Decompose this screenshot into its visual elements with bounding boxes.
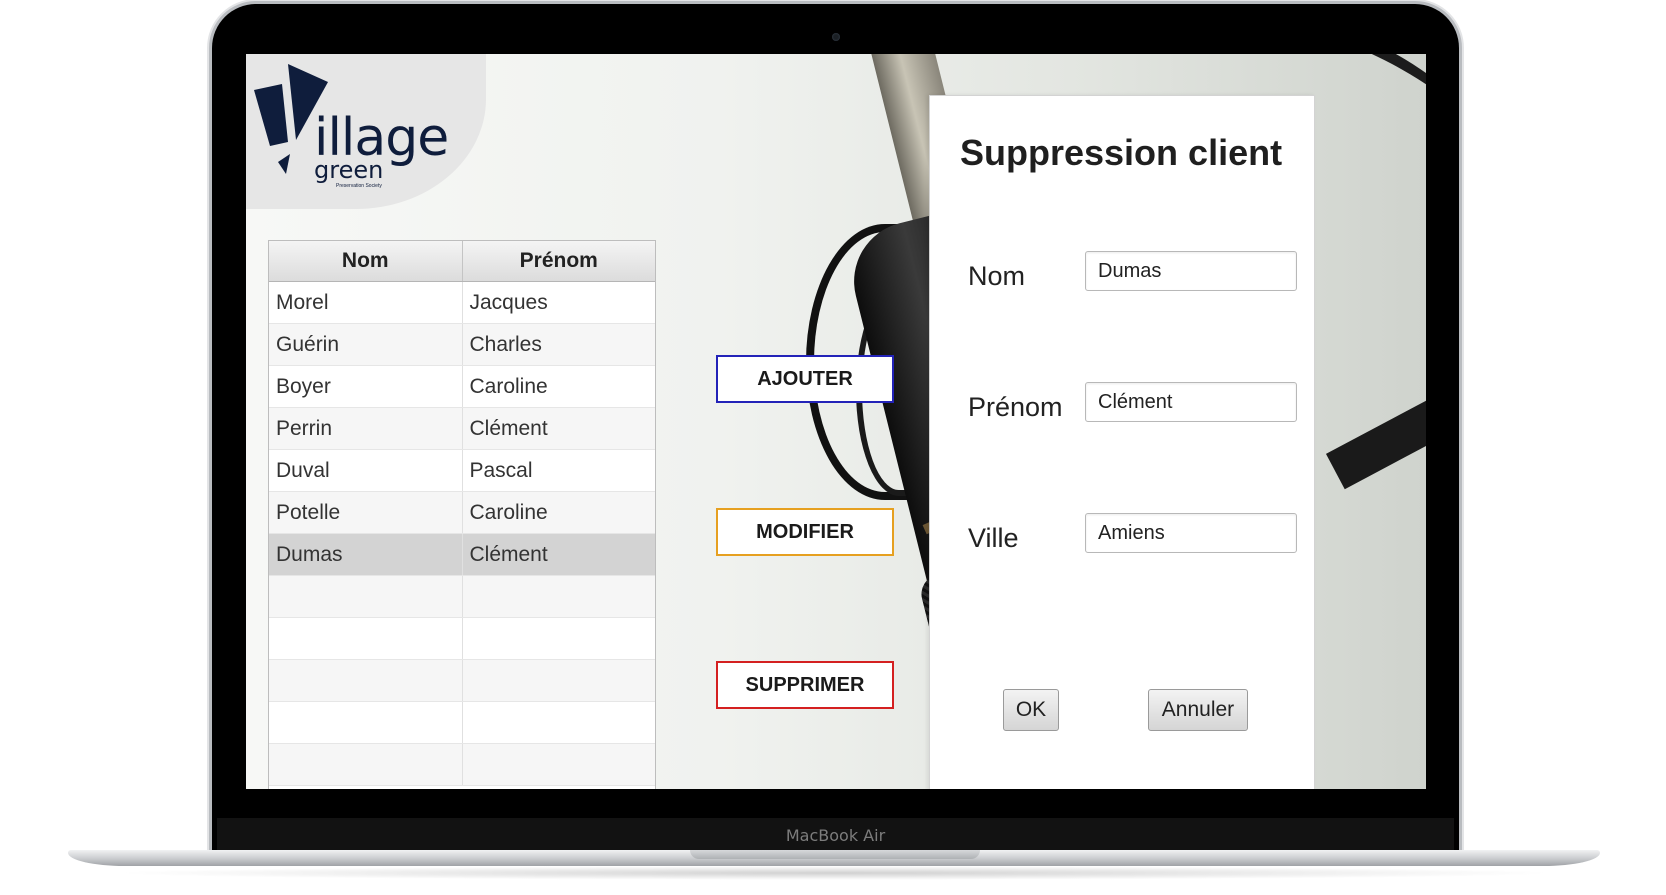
add-button[interactable]: AJOUTER [716, 355, 894, 403]
delete-button[interactable]: SUPPRIMER [716, 661, 894, 709]
table-body: Morel Jacques Guérin Charles Boyer Carol… [269, 282, 655, 786]
cell-nom: Dumas [276, 543, 343, 566]
cell-nom: Guérin [276, 333, 340, 356]
cell-prenom: Clément [461, 534, 656, 575]
stage: illage green Preservation Society Nom Pr… [0, 0, 1666, 895]
client-table: Nom Prénom Morel Jacques Guérin Charles … [268, 240, 656, 789]
logo: illage green Preservation Society [252, 62, 462, 192]
cell-nom: Potelle [276, 501, 341, 524]
cancel-button[interactable]: Annuler [1148, 689, 1248, 731]
column-header-prenom[interactable]: Prénom [461, 241, 656, 281]
cell-prenom: Caroline [461, 492, 656, 533]
empty-row [269, 576, 655, 618]
mic-stand [1325, 378, 1426, 490]
logo-tagline: Preservation Society [336, 183, 382, 189]
table-row[interactable]: Potelle Caroline [269, 492, 655, 534]
cell-prenom: Pascal [461, 450, 656, 491]
prenom-label: Prénom [968, 392, 1063, 422]
table-row[interactable]: Perrin Clément [269, 408, 655, 450]
ok-button[interactable]: OK [1003, 689, 1059, 731]
table-row-selected[interactable]: Dumas Clément [269, 534, 655, 576]
empty-row [269, 702, 655, 744]
laptop-base-notch [690, 850, 980, 859]
cell-nom: Boyer [276, 375, 331, 398]
nom-label: Nom [968, 261, 1026, 291]
table-header: Nom Prénom [269, 241, 655, 282]
dialog-title: Suppression client [960, 132, 1283, 173]
empty-row [269, 660, 655, 702]
delete-client-dialog: Suppression client Nom Prénom Ville OK A… [929, 95, 1315, 789]
camera-icon [832, 33, 840, 41]
cell-prenom: Charles [461, 324, 656, 365]
logo-sub: green [314, 156, 384, 184]
cell-nom: Duval [276, 459, 330, 482]
cell-nom: Morel [276, 291, 329, 314]
column-header-nom[interactable]: Nom [269, 241, 462, 281]
cell-nom: Perrin [276, 417, 333, 440]
empty-row [269, 744, 655, 786]
cell-prenom: Clément [461, 408, 656, 449]
app-screen: illage green Preservation Society Nom Pr… [246, 54, 1426, 789]
table-row[interactable]: Morel Jacques [269, 282, 655, 324]
laptop-chin: MacBook Air [217, 818, 1454, 854]
cell-prenom: Jacques [461, 282, 656, 323]
edit-button[interactable]: MODIFIER [716, 508, 894, 556]
device-label: MacBook Air [785, 826, 886, 845]
table-row[interactable]: Boyer Caroline [269, 366, 655, 408]
table-row[interactable]: Guérin Charles [269, 324, 655, 366]
ville-field[interactable] [1085, 513, 1297, 553]
prenom-field[interactable] [1085, 382, 1297, 422]
laptop-shadow [110, 866, 1560, 880]
table-row[interactable]: Duval Pascal [269, 450, 655, 492]
nom-field[interactable] [1085, 251, 1297, 291]
cell-prenom: Caroline [461, 366, 656, 407]
empty-row [269, 618, 655, 660]
ville-label: Ville [968, 523, 1019, 553]
